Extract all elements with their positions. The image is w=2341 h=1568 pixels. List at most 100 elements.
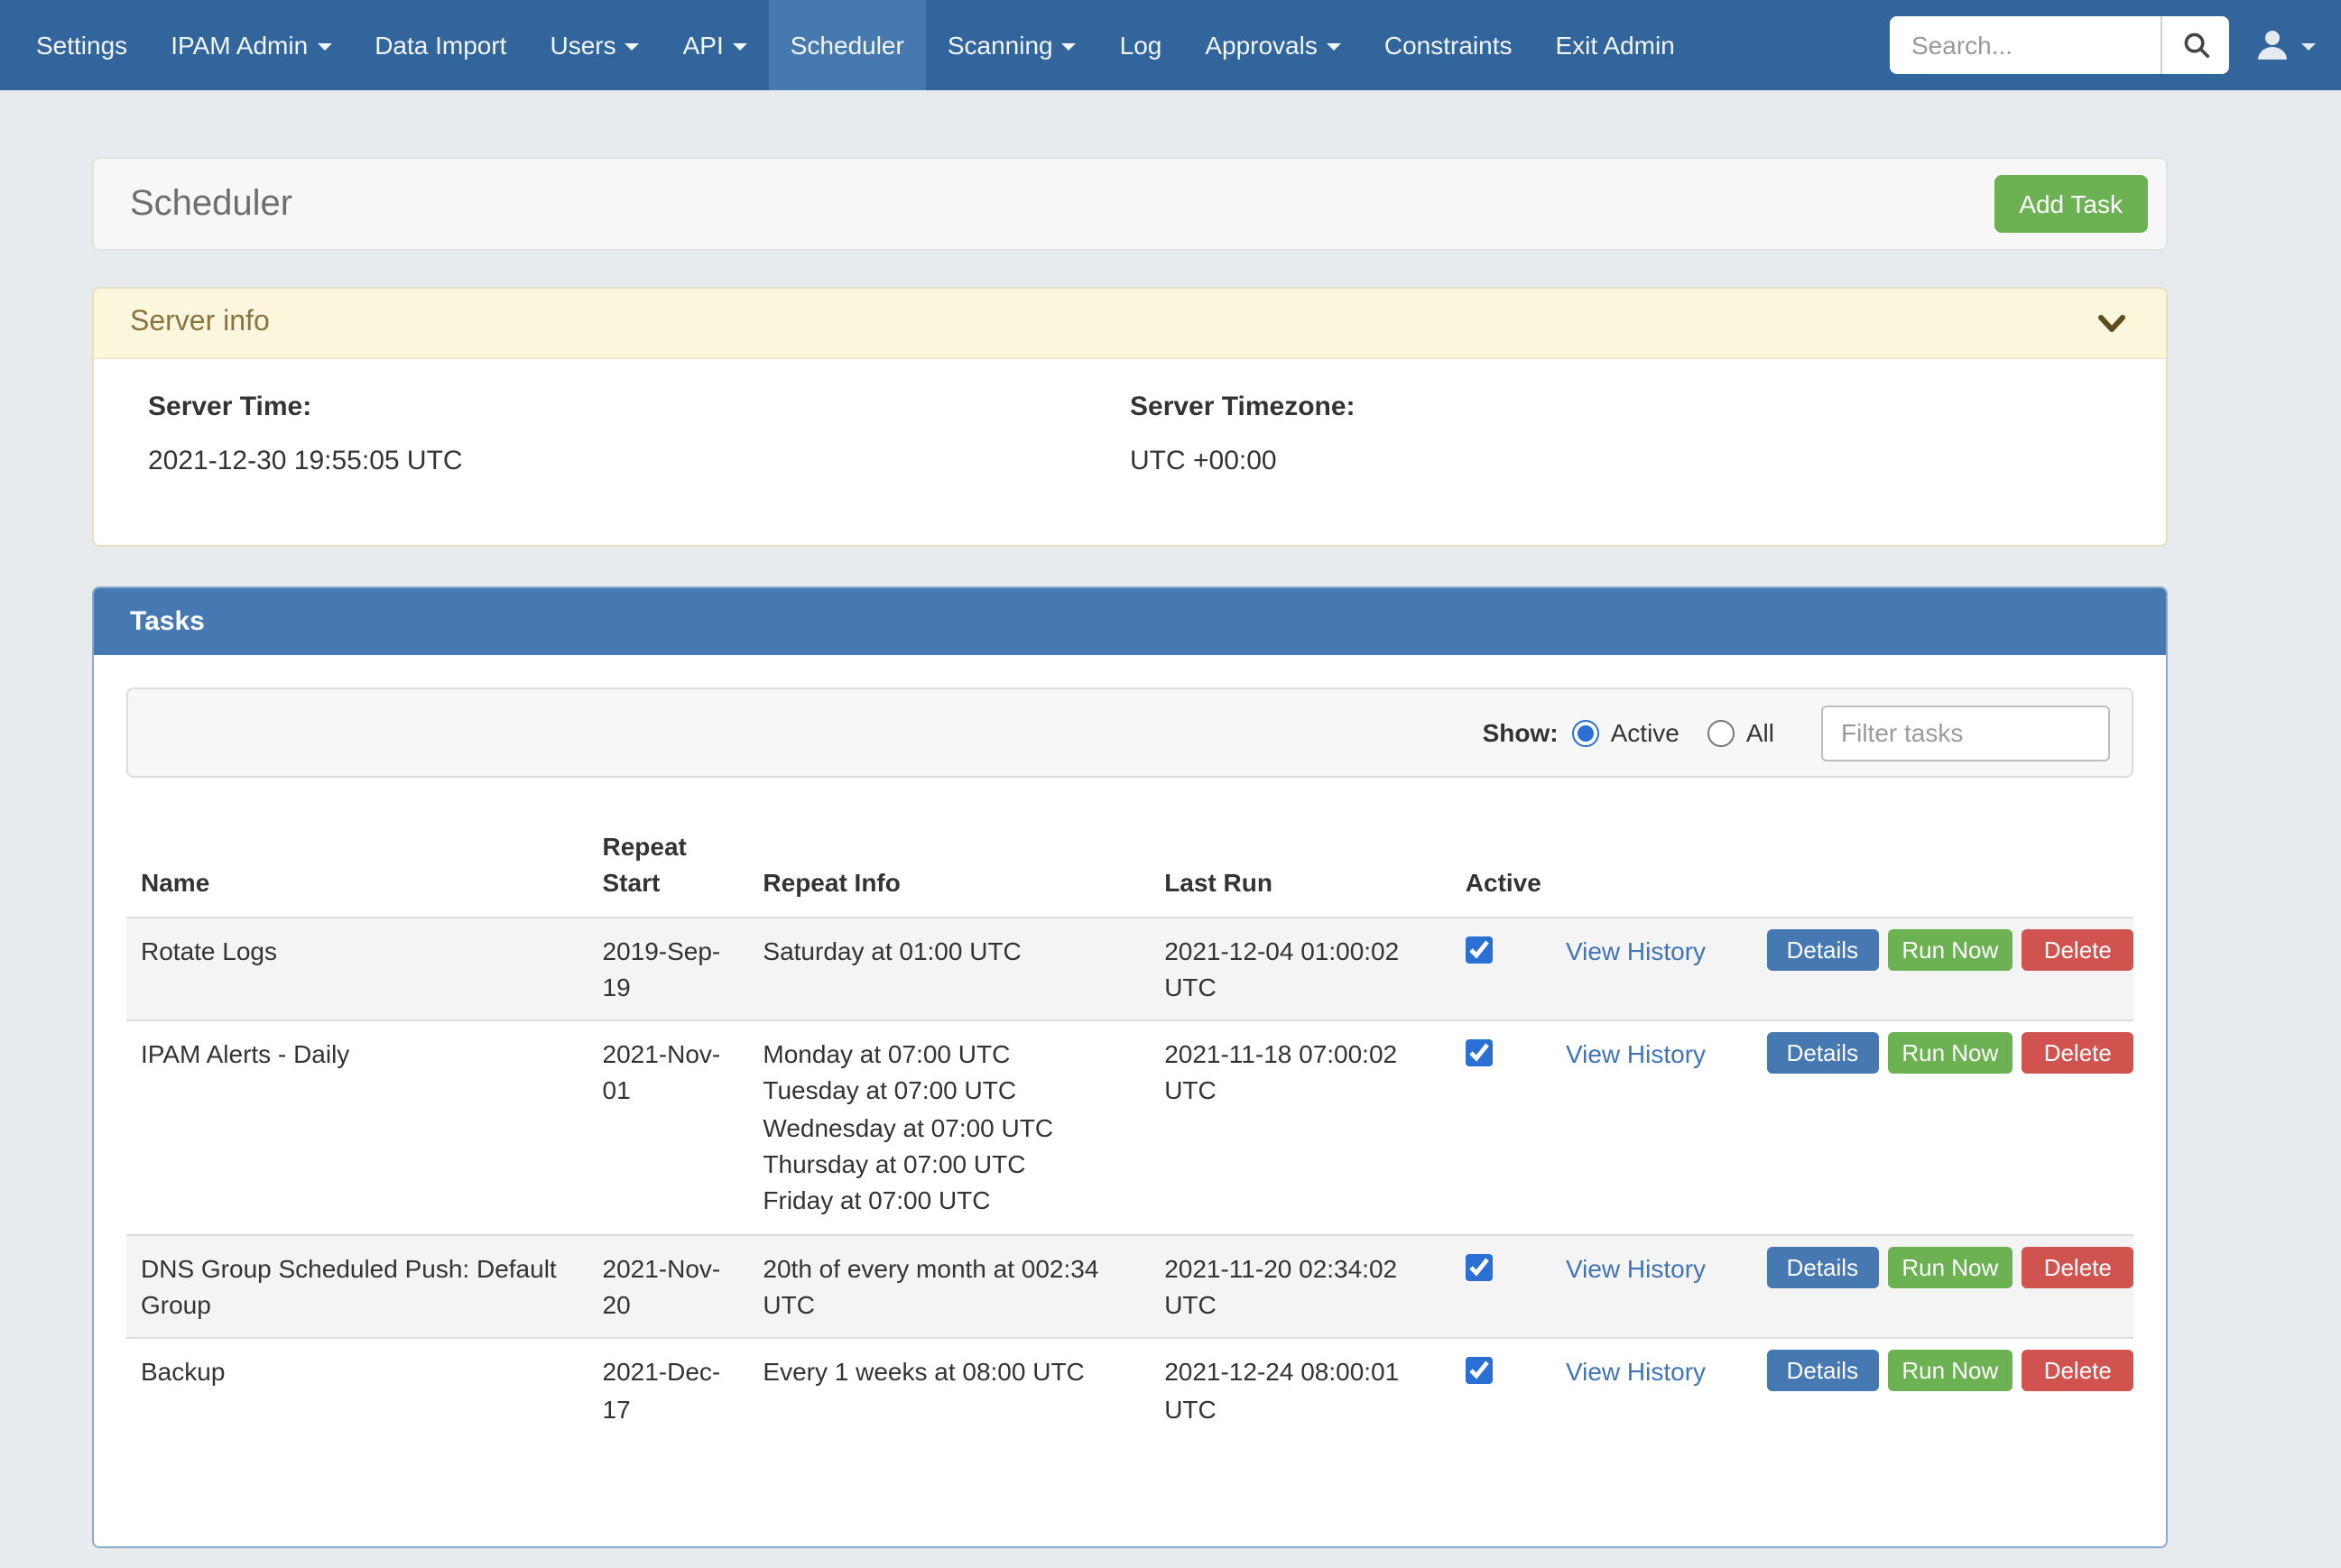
- column-header-repeat-start: Repeat Start: [588, 814, 749, 917]
- active-checkbox[interactable]: [1466, 1039, 1493, 1066]
- navbar-items: Settings IPAM Admin Data ImportUsers API Sch…: [0, 0, 1697, 90]
- page-title: Scheduler: [130, 183, 292, 225]
- active-checkbox[interactable]: [1466, 936, 1493, 963]
- repeat-info-line: Every 1 weeks at 08:00 UTC: [763, 1354, 1135, 1391]
- view-history-link[interactable]: View History: [1566, 1039, 1706, 1068]
- active-radio[interactable]: [1573, 719, 1600, 746]
- nav-item-label: API: [683, 31, 724, 60]
- details-button[interactable]: Details: [1766, 1351, 1878, 1392]
- nav-item-constraints[interactable]: Constraints: [1363, 0, 1534, 90]
- nav-item-label: Scheduler: [791, 31, 904, 60]
- active-checkbox[interactable]: [1466, 1253, 1493, 1280]
- user-icon: [2254, 29, 2290, 61]
- nav-item-approvals[interactable]: Approvals: [1183, 0, 1363, 90]
- delete-button[interactable]: Delete: [2022, 1246, 2133, 1287]
- user-menu-button[interactable]: [2229, 29, 2327, 61]
- task-last-run-cell: 2021-12-04 01:00:02 UTC: [1150, 917, 1451, 1020]
- repeat-info-line: Wednesday at 07:00 UTC: [763, 1110, 1135, 1147]
- page: Settings IPAM Admin Data ImportUsers API Sch…: [0, 0, 2341, 1568]
- nav-item-api[interactable]: API: [662, 0, 769, 90]
- task-repeat-info-cell: 20th of every month at 002:34 UTC: [748, 1234, 1150, 1338]
- task-repeat-start-cell: 2021-Dec-17: [588, 1339, 749, 1442]
- nav-item-ipam-admin[interactable]: IPAM Admin: [149, 0, 353, 90]
- task-repeat-start-cell: 2019-Sep-19: [588, 917, 749, 1020]
- nav-item-label: Constraints: [1384, 31, 1513, 60]
- repeat-info-line: Friday at 07:00 UTC: [763, 1183, 1135, 1220]
- server-timezone-block: Server Timezone: UTC +00:00: [1130, 392, 2112, 476]
- server-info-header[interactable]: Server info: [94, 289, 2166, 359]
- search-button[interactable]: [2161, 16, 2229, 74]
- details-button[interactable]: Details: [1766, 928, 1878, 970]
- task-row: IPAM Alerts - Daily2021-Nov-01Monday at …: [126, 1020, 2133, 1234]
- task-history-cell: View History: [1551, 917, 1752, 1020]
- repeat-info-line: 20th of every month at 002:34 UTC: [763, 1250, 1135, 1323]
- column-header-repeat-info: Repeat Info: [748, 814, 1150, 917]
- task-last-run-cell: 2021-11-18 07:00:02 UTC: [1150, 1020, 1451, 1234]
- view-history-link[interactable]: View History: [1566, 1253, 1706, 1282]
- chevron-down-icon: [1327, 43, 1341, 51]
- details-button[interactable]: Details: [1766, 1032, 1878, 1074]
- task-repeat-start-cell: 2021-Nov-20: [588, 1234, 749, 1338]
- task-actions-cell: DetailsRun NowDelete: [1752, 1020, 2133, 1234]
- navbar-right: [1890, 0, 2341, 90]
- run-now-button[interactable]: Run Now: [1887, 1032, 2013, 1074]
- view-history-link[interactable]: View History: [1566, 1358, 1706, 1387]
- task-active-cell: [1451, 1234, 1551, 1338]
- column-header-name: Name: [126, 814, 588, 917]
- details-button[interactable]: Details: [1766, 1246, 1878, 1287]
- task-name-cell: DNS Group Scheduled Push: Default Group: [126, 1234, 588, 1338]
- column-header-history: [1551, 814, 1752, 917]
- run-now-button[interactable]: Run Now: [1887, 928, 2013, 970]
- nav-item-scanning[interactable]: Scanning: [926, 0, 1098, 90]
- nav-item-exit-admin[interactable]: Exit Admin: [1534, 0, 1697, 90]
- chevron-down-icon: [2301, 43, 2316, 51]
- task-name-cell: Backup: [126, 1339, 588, 1442]
- server-time-value: 2021-12-30 19:55:05 UTC: [148, 446, 1130, 476]
- tasks-filter-bar: Show: Active All: [126, 687, 2133, 778]
- page-header-panel: Scheduler Add Task: [92, 157, 2168, 251]
- task-row: Backup2021-Dec-17 Every 1 weeks at 08:00 …: [126, 1339, 2133, 1442]
- nav-item-log[interactable]: Log: [1098, 0, 1184, 90]
- delete-button[interactable]: Delete: [2022, 1032, 2133, 1074]
- active-checkbox[interactable]: [1466, 1358, 1493, 1385]
- task-active-cell: [1451, 1020, 1551, 1234]
- tasks-panel: Tasks Show: Active All: [92, 586, 2168, 1548]
- task-row: Rotate Logs2019-Sep-19 Saturday at 01:00 …: [126, 917, 2133, 1020]
- nav-item-settings[interactable]: Settings: [14, 0, 149, 90]
- nav-item-scheduler[interactable]: Scheduler: [769, 0, 926, 90]
- server-info-title: Server info: [130, 307, 270, 339]
- add-task-button[interactable]: Add Task: [1994, 175, 2148, 233]
- search-input[interactable]: [1890, 16, 2161, 74]
- run-now-button[interactable]: Run Now: [1887, 1246, 2013, 1287]
- chevron-down-icon: [733, 43, 747, 51]
- column-header-last-run: Last Run: [1150, 814, 1451, 917]
- show-label: Show:: [1483, 718, 1559, 747]
- tasks-table: Name Repeat Start Repeat Info Last Run A…: [126, 814, 2133, 1442]
- delete-button[interactable]: Delete: [2022, 1351, 2133, 1392]
- nav-item-label: IPAM Admin: [171, 31, 308, 60]
- server-timezone-label: Server Timezone:: [1130, 392, 2112, 422]
- view-history-link[interactable]: View History: [1566, 936, 1706, 964]
- task-actions-cell: DetailsRun NowDelete: [1752, 917, 2133, 1020]
- chevron-down-icon: [317, 43, 331, 51]
- nav-item-label: Log: [1120, 31, 1162, 60]
- nav-item-label: Settings: [36, 31, 127, 60]
- run-now-button[interactable]: Run Now: [1887, 1351, 2013, 1392]
- task-name-cell: Rotate Logs: [126, 917, 588, 1020]
- server-time-label: Server Time:: [148, 392, 1130, 422]
- task-repeat-info-cell: Every 1 weeks at 08:00 UTC: [748, 1339, 1150, 1442]
- table-header-row: Name Repeat Start Repeat Info Last Run A…: [126, 814, 2133, 917]
- show-all-option[interactable]: All: [1708, 718, 1774, 747]
- all-radio[interactable]: [1708, 719, 1735, 746]
- show-active-option[interactable]: Active: [1573, 718, 1679, 747]
- repeat-info-line: Saturday at 01:00 UTC: [763, 932, 1135, 969]
- search-group: [1890, 16, 2229, 74]
- delete-button[interactable]: Delete: [2022, 928, 2133, 970]
- server-info-panel: Server info Server Time: 2021-12-30 19:5…: [92, 287, 2168, 547]
- nav-item-data-import[interactable]: Data Import: [353, 0, 528, 90]
- column-header-actions: [1752, 814, 2133, 917]
- nav-item-users[interactable]: Users: [528, 0, 661, 90]
- active-radio-label: Active: [1611, 718, 1679, 747]
- collapse-chevron-icon[interactable]: [2097, 313, 2126, 333]
- filter-tasks-input[interactable]: [1821, 705, 2110, 761]
